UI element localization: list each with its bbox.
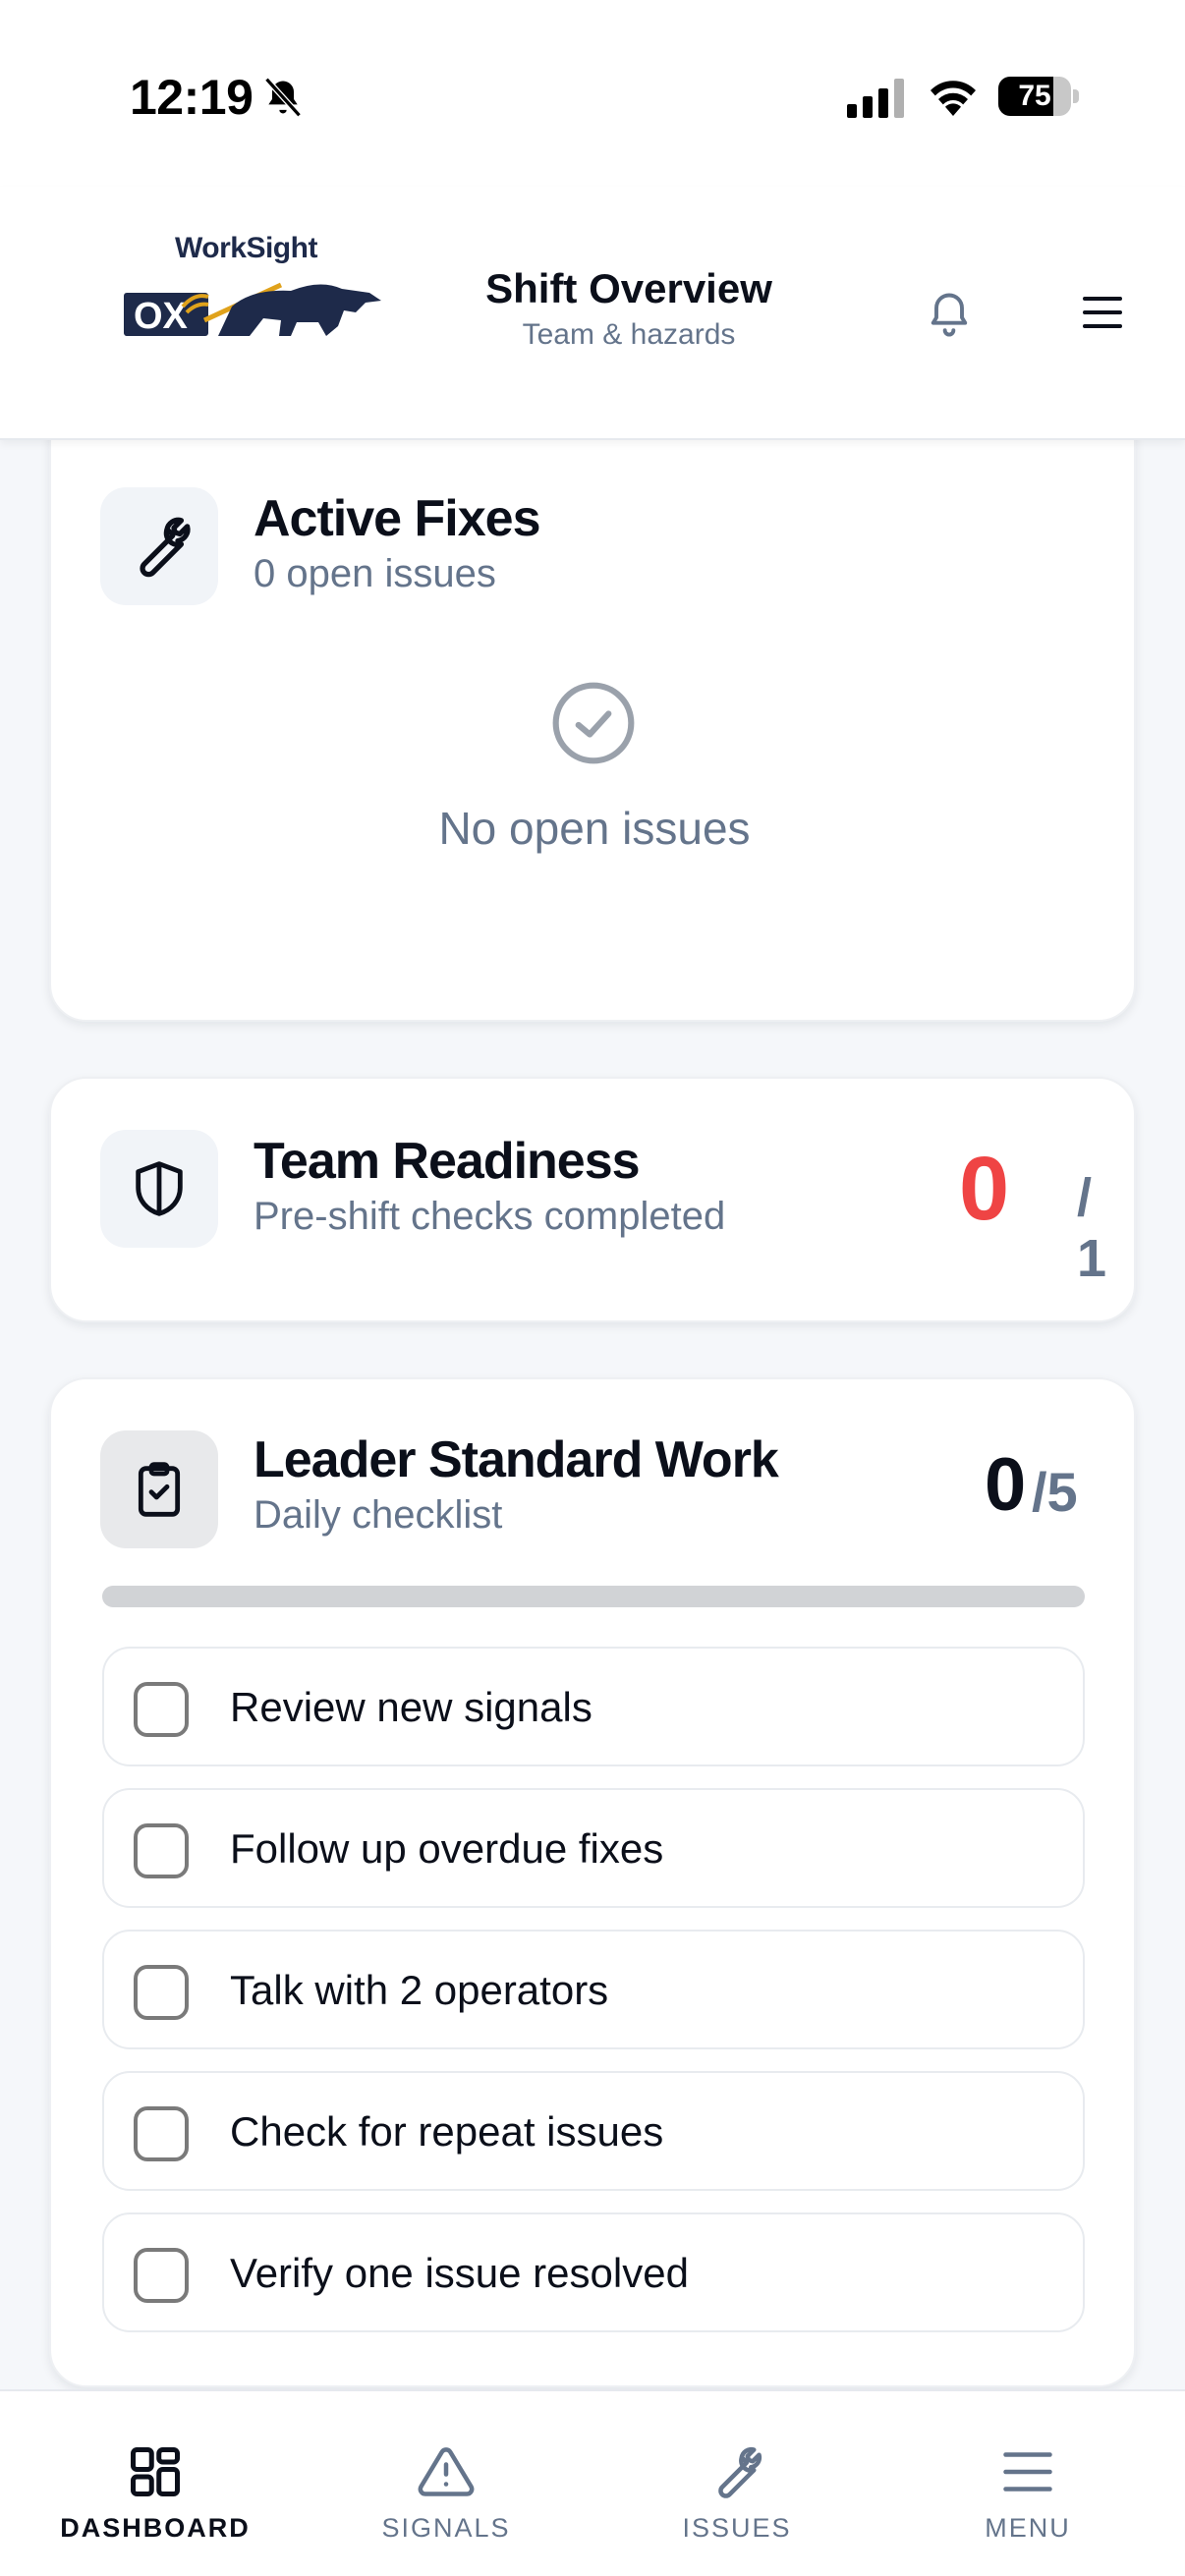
logo-text: WorkSight xyxy=(175,232,317,264)
status-time: 12:19 xyxy=(130,70,254,125)
logo-badge-text: OX xyxy=(134,296,189,337)
wrench-icon xyxy=(140,517,191,578)
team-readiness-subtitle: Pre-shift checks completed xyxy=(254,1195,726,1238)
bottom-navigation: DASHBOARD SIGNALS ISSUES MENU xyxy=(0,2389,1185,2576)
checklist-item-label: Check for repeat issues xyxy=(230,2108,664,2155)
wrench-icon xyxy=(718,2446,762,2498)
bell-muted-icon xyxy=(264,77,302,118)
checklist-item-label: Review new signals xyxy=(230,1684,592,1730)
nav-dashboard[interactable]: DASHBOARD xyxy=(8,2391,303,2576)
app-header: WorkSight OX Shift Overview Team & hazar… xyxy=(0,187,1185,440)
worksight-logo[interactable]: WorkSight OX xyxy=(124,232,389,360)
checkbox[interactable] xyxy=(134,2248,189,2303)
battery-percent: 75 xyxy=(1018,80,1051,112)
checklist-item-label: Verify one issue resolved xyxy=(230,2250,689,2296)
checkbox[interactable] xyxy=(134,1682,189,1737)
active-fixes-subtitle: 0 open issues xyxy=(254,552,496,595)
page-subtitle: Team & hazards xyxy=(522,318,736,351)
team-readiness-icon-box xyxy=(100,1130,218,1248)
checklist-item[interactable]: Talk with 2 operators xyxy=(102,1930,1085,2049)
lsw-progress-bar xyxy=(102,1586,1085,1607)
nav-signals-label: SIGNALS xyxy=(381,2513,511,2543)
readiness-completed-count: 0 xyxy=(959,1139,1010,1239)
lsw-total-count: /5 xyxy=(1032,1461,1078,1523)
active-fixes-title: Active Fixes xyxy=(254,490,540,547)
lsw-subtitle: Daily checklist xyxy=(254,1493,503,1537)
nav-dashboard-label: DASHBOARD xyxy=(60,2513,251,2543)
ox-bull-logo-icon: OX xyxy=(124,282,381,337)
check-circle-icon xyxy=(552,682,635,764)
nav-issues-label: ISSUES xyxy=(682,2513,792,2543)
readiness-total-count: / 1 xyxy=(1077,1168,1107,1288)
wifi-icon xyxy=(931,81,976,116)
menu-icon xyxy=(1003,2452,1052,2492)
checklist-item[interactable]: Check for repeat issues xyxy=(102,2071,1085,2191)
lsw-completed-count: 0 xyxy=(985,1443,1027,1527)
page-title: Shift Overview xyxy=(485,265,772,311)
checklist-item-label: Talk with 2 operators xyxy=(230,1967,609,2013)
battery-icon: 75 xyxy=(998,77,1079,116)
nav-menu-label: MENU xyxy=(985,2513,1071,2543)
warning-triangle-icon xyxy=(418,2447,475,2496)
nav-signals[interactable]: SIGNALS xyxy=(299,2391,593,2576)
checkbox[interactable] xyxy=(134,1823,189,1878)
status-bar: 12:19 75 xyxy=(0,0,1185,187)
checklist-item[interactable]: Follow up overdue fixes xyxy=(102,1788,1085,1908)
nav-menu[interactable]: MENU xyxy=(880,2391,1175,2576)
lsw-icon-box xyxy=(100,1430,218,1548)
team-readiness-card[interactable]: Team Readiness Pre-shift checks complete… xyxy=(49,1077,1136,1322)
checkbox[interactable] xyxy=(134,2106,189,2161)
notification-bell-icon[interactable] xyxy=(924,287,975,342)
cellular-signal-icon xyxy=(847,79,904,118)
checklist-item[interactable]: Verify one issue resolved xyxy=(102,2212,1085,2332)
nav-issues[interactable]: ISSUES xyxy=(590,2391,884,2576)
active-fixes-icon-box xyxy=(100,487,218,605)
hamburger-menu-icon[interactable] xyxy=(1079,289,1126,336)
active-fixes-card: Active Fixes 0 open issues No open issue… xyxy=(49,401,1136,1022)
checklist-item[interactable]: Review new signals xyxy=(102,1647,1085,1766)
team-readiness-title: Team Readiness xyxy=(254,1133,641,1190)
empty-state-message: No open issues xyxy=(438,803,751,854)
clipboard-check-icon xyxy=(138,1462,181,1517)
leader-standard-work-card: Leader Standard Work Daily checklist 0 /… xyxy=(49,1377,1136,2387)
checkbox[interactable] xyxy=(134,1965,189,2020)
shield-icon xyxy=(136,1161,183,1216)
grid-icon xyxy=(131,2447,180,2496)
checklist-item-label: Follow up overdue fixes xyxy=(230,1825,664,1872)
lsw-title: Leader Standard Work xyxy=(254,1431,779,1488)
